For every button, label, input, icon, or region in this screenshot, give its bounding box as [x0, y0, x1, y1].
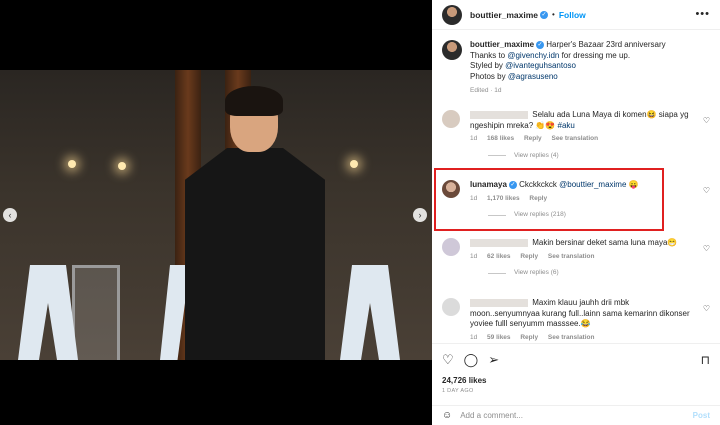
model-figure: [175, 86, 335, 360]
blurred-username: [470, 110, 528, 119]
caption-meta: Edited · 1d: [470, 87, 502, 94]
share-icon[interactable]: ➢: [488, 352, 499, 368]
mention-link[interactable]: @agrasuseno: [508, 72, 558, 81]
post-header: bouttier_maxime ✓ • Follow •••: [432, 0, 720, 30]
mention-link[interactable]: @ivanteguhsantoso: [505, 61, 576, 70]
view-replies-button[interactable]: View replies (4): [470, 151, 690, 162]
comment-icon[interactable]: ◯: [464, 352, 479, 368]
hashtag-link[interactable]: #aku: [558, 121, 575, 130]
lamp-light: [118, 162, 126, 170]
add-comment-bar: ☺ Add a comment... Post: [432, 405, 720, 425]
see-translation-button[interactable]: See translation: [548, 334, 595, 341]
comment-input[interactable]: Add a comment...: [460, 411, 692, 420]
lantern: [72, 265, 120, 360]
like-count[interactable]: 24,726 likes: [442, 376, 710, 385]
comment-item: Maxim klauu jauhh drii mbk moon..senyumn…: [442, 298, 712, 343]
next-image-button[interactable]: ›: [413, 208, 427, 222]
view-replies-button[interactable]: View replies (6): [470, 268, 690, 279]
lamp-light: [68, 160, 76, 168]
heart-icon[interactable]: ♡: [703, 304, 710, 313]
post-time: 1 DAY AGO: [442, 388, 474, 394]
comment-item: Makin bersinar deket sama luna maya😁 1d …: [442, 238, 712, 279]
comment-likes[interactable]: 62 likes: [487, 253, 511, 260]
emoji-icon[interactable]: ☺: [442, 410, 452, 421]
reply-button[interactable]: Reply: [520, 334, 538, 341]
see-translation-button[interactable]: See translation: [548, 253, 595, 260]
heart-icon[interactable]: ♡: [703, 244, 710, 253]
caption-text: Harper's Bazaar 23rd anniversary: [546, 40, 666, 49]
heart-icon[interactable]: ♡: [442, 352, 454, 368]
post-username[interactable]: bouttier_maxime: [470, 10, 538, 20]
letter-decor: [18, 265, 78, 360]
avatar[interactable]: [442, 238, 460, 256]
comment-text: Makin bersinar deket sama luna maya😁: [532, 238, 678, 247]
blurred-username: [470, 238, 528, 247]
avatar[interactable]: [442, 4, 462, 25]
avatar[interactable]: [442, 40, 462, 60]
comment-item: Selalu ada Luna Maya di komen😆 siapa yg …: [442, 110, 712, 161]
comment-time: 1d: [470, 333, 478, 341]
comment-likes[interactable]: 168 likes: [487, 135, 514, 142]
comment-likes[interactable]: 59 likes: [487, 334, 511, 341]
post-actions: ♡ ◯ ➢ ⊓ 24,726 likes 1 DAY AGO: [432, 343, 720, 394]
avatar[interactable]: [442, 298, 460, 316]
prev-image-button[interactable]: ‹: [3, 208, 17, 222]
caption-line: Thanks to: [470, 50, 508, 60]
post-photo[interactable]: [0, 70, 432, 360]
caption-line: for dressing me up.: [559, 50, 631, 60]
letter-decor: [340, 265, 400, 360]
post-comment-button[interactable]: Post: [693, 411, 710, 420]
heart-icon[interactable]: ♡: [703, 186, 710, 195]
bookmark-icon[interactable]: ⊓: [701, 353, 710, 367]
post-caption: bouttier_maxime ✓ Harper's Bazaar 23rd an…: [442, 40, 712, 97]
separator-dot: •: [552, 10, 555, 19]
post-media: ‹ ›: [0, 0, 432, 425]
follow-button[interactable]: Follow: [559, 10, 586, 20]
comment-time: 1d: [470, 135, 478, 142]
lamp-light: [350, 160, 358, 168]
avatar[interactable]: [442, 110, 460, 128]
highlight-box: [434, 168, 664, 231]
caption-line: Styled by: [470, 61, 506, 70]
mention-link[interactable]: @givenchy.idn: [507, 51, 559, 60]
caption-line: Photos by: [470, 71, 508, 81]
reply-button[interactable]: Reply: [524, 135, 542, 142]
see-translation-button[interactable]: See translation: [551, 135, 598, 142]
verified-icon: ✓: [540, 10, 549, 19]
heart-icon[interactable]: ♡: [703, 116, 710, 125]
caption-username[interactable]: bouttier_maxime: [470, 40, 534, 49]
blurred-username: [470, 298, 528, 307]
reply-button[interactable]: Reply: [520, 253, 538, 260]
verified-icon: ✓: [536, 40, 545, 49]
more-options-icon[interactable]: •••: [695, 8, 710, 20]
comment-time: 1d: [470, 252, 478, 260]
